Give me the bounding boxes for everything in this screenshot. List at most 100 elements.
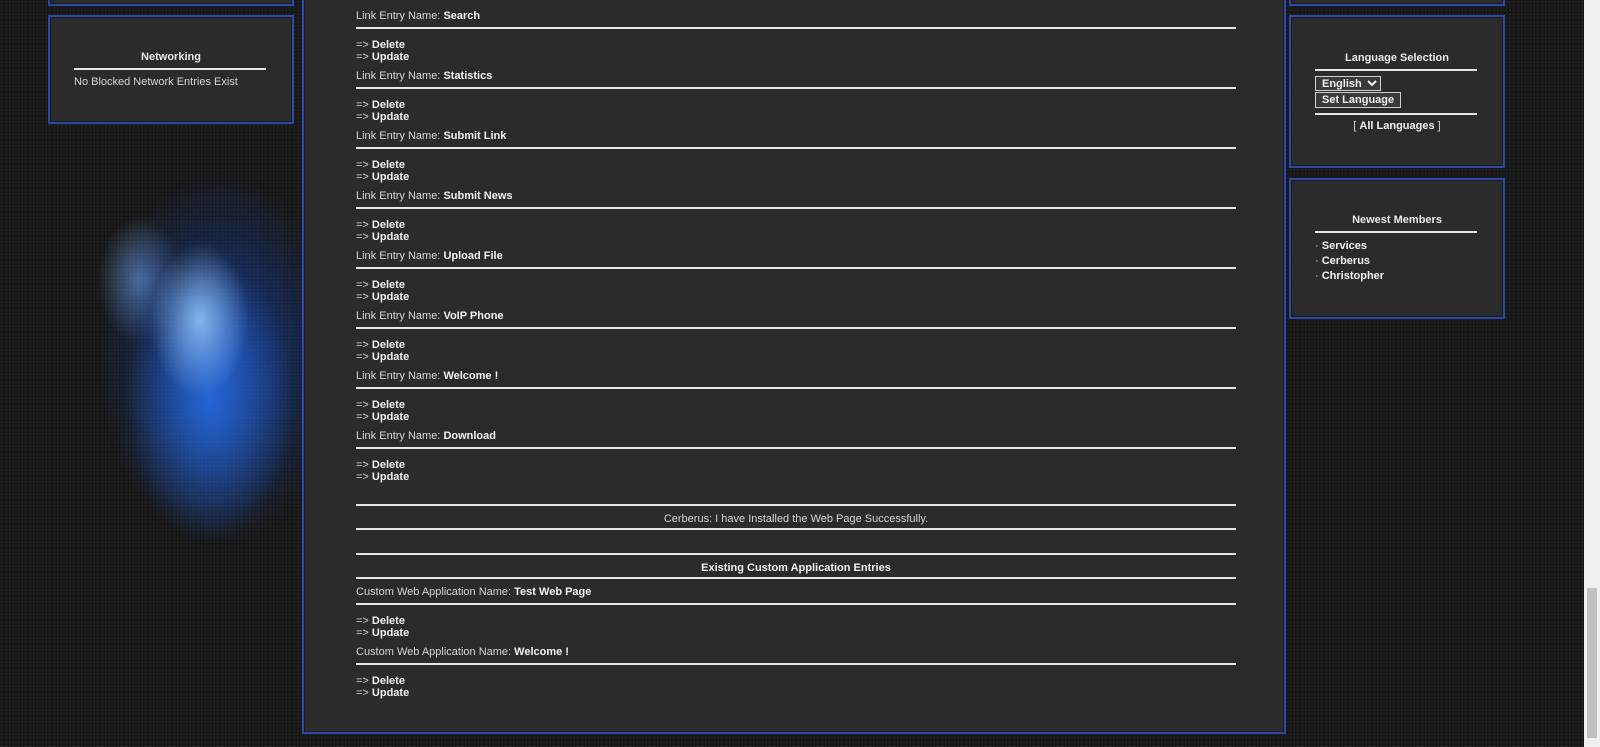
members-divider: [1315, 231, 1477, 233]
link-entry-name-row: Link Entry Name: Submit Link: [356, 130, 506, 142]
update-link[interactable]: Update: [372, 231, 409, 243]
link-entry-delete-row: => Delete: [356, 159, 405, 171]
update-link[interactable]: Update: [372, 687, 409, 699]
set-language-button[interactable]: Set Language: [1315, 92, 1402, 108]
custom-entry-delete-row: => Delete: [356, 615, 405, 627]
update-link[interactable]: Update: [372, 411, 409, 423]
arrow-text: =>: [356, 219, 369, 231]
custom-entry-divider: [356, 663, 1236, 665]
members-title: Newest Members: [1352, 214, 1442, 226]
member-item: · Cerberus: [1315, 255, 1384, 270]
link-entry-name-row: Link Entry Name: Download: [356, 430, 496, 442]
update-link[interactable]: Update: [372, 51, 409, 63]
page-scrollbar[interactable]: [1584, 0, 1600, 747]
bracket-open: [: [1353, 120, 1357, 132]
member-link-christopher[interactable]: Christopher: [1322, 270, 1384, 282]
link-entry-delete-row: => Delete: [356, 279, 405, 291]
delete-link[interactable]: Delete: [372, 339, 405, 351]
custom-divider-bottom: [356, 577, 1236, 579]
arrow-text: =>: [356, 411, 369, 423]
member-bullet: ·: [1315, 240, 1319, 252]
custom-entry-delete-row: => Delete: [356, 675, 405, 687]
link-entry-delete-row: => Delete: [356, 399, 405, 411]
link-entry-divider: [356, 207, 1236, 209]
status-divider-top: [356, 504, 1236, 506]
delete-link[interactable]: Delete: [372, 39, 405, 51]
delete-link[interactable]: Delete: [372, 459, 405, 471]
link-entry-delete-row: => Delete: [356, 99, 405, 111]
link-entry-name-row: Link Entry Name: Upload File: [356, 250, 503, 262]
custom-entry-name: Test Web Page: [514, 586, 592, 598]
networking-title: Networking: [141, 51, 201, 63]
update-link[interactable]: Update: [372, 351, 409, 363]
update-link[interactable]: Update: [372, 627, 409, 639]
delete-link[interactable]: Delete: [372, 99, 405, 111]
arrow-text: =>: [356, 351, 369, 363]
member-link-cerberus[interactable]: Cerberus: [1322, 255, 1370, 267]
custom-entry-update-row: => Update: [356, 627, 409, 639]
custom-entry-label: Custom Web Application Name:: [356, 646, 512, 658]
link-entry-label: Link Entry Name:: [356, 430, 441, 442]
language-divider-bottom: [1315, 113, 1477, 115]
link-entry-name-row: Link Entry Name: Welcome !: [356, 370, 498, 382]
link-entry-label: Link Entry Name:: [356, 10, 441, 22]
link-entry-update-row: => Update: [356, 51, 409, 63]
scrollbar-thumb[interactable]: [1587, 588, 1597, 738]
arrow-text: =>: [356, 231, 369, 243]
delete-link[interactable]: Delete: [372, 399, 405, 411]
link-entry-divider: [356, 447, 1236, 449]
member-link-services[interactable]: Services: [1322, 240, 1367, 252]
link-entry-divider: [356, 327, 1236, 329]
arrow-text: =>: [356, 615, 369, 627]
networking-empty-text: No Blocked Network Entries Exist: [74, 76, 238, 88]
custom-entry-divider: [356, 603, 1236, 605]
link-entry-update-row: => Update: [356, 351, 409, 363]
link-entry-name: Submit News: [443, 190, 513, 202]
status-message: Cerberus: I have Installed the Web Page …: [663, 513, 929, 525]
custom-entries-heading: Existing Custom Application Entries: [701, 562, 891, 574]
link-entry-update-row: => Update: [356, 231, 409, 243]
delete-link[interactable]: Delete: [372, 675, 405, 687]
link-entry-name: Download: [443, 430, 496, 442]
arrow-text: =>: [356, 171, 369, 183]
language-select[interactable]: English: [1315, 76, 1381, 91]
status-divider-bottom: [356, 528, 1236, 530]
right-top-panel-edge: [1289, 0, 1505, 6]
arrow-text: =>: [356, 291, 369, 303]
update-link[interactable]: Update: [372, 111, 409, 123]
custom-entry-name-row: Custom Web Application Name: Welcome !: [356, 646, 569, 658]
language-divider-top: [1315, 69, 1477, 71]
arrow-text: =>: [356, 627, 369, 639]
arrow-text: =>: [356, 471, 369, 483]
link-entry-label: Link Entry Name:: [356, 130, 441, 142]
link-entry-name: Search: [443, 10, 481, 22]
arrow-text: =>: [356, 399, 369, 411]
link-entry-name-row: Link Entry Name: Statistics: [356, 70, 492, 82]
update-link[interactable]: Update: [372, 291, 409, 303]
delete-link[interactable]: Delete: [372, 279, 405, 291]
link-entry-delete-row: => Delete: [356, 459, 405, 471]
arrow-text: =>: [356, 51, 369, 63]
link-entry-divider: [356, 27, 1236, 29]
arrow-text: =>: [356, 687, 369, 699]
language-title: Language Selection: [1345, 52, 1449, 64]
link-entry-divider: [356, 387, 1236, 389]
arrow-text: =>: [356, 39, 369, 51]
delete-link[interactable]: Delete: [372, 615, 405, 627]
link-entry-label: Link Entry Name:: [356, 250, 441, 262]
update-link[interactable]: Update: [372, 171, 409, 183]
members-list: · Services · Cerberus · Christopher: [1315, 240, 1384, 285]
arrow-text: =>: [356, 675, 369, 687]
arrow-text: =>: [356, 111, 369, 123]
link-entry-label: Link Entry Name:: [356, 70, 441, 82]
all-languages-link[interactable]: All Languages: [1359, 120, 1434, 132]
update-link[interactable]: Update: [372, 471, 409, 483]
background-art: [20, 100, 320, 590]
link-entry-label: Link Entry Name:: [356, 310, 441, 322]
delete-link[interactable]: Delete: [372, 219, 405, 231]
delete-link[interactable]: Delete: [372, 159, 405, 171]
link-entry-update-row: => Update: [356, 111, 409, 123]
link-entry-name: Upload File: [443, 250, 503, 262]
link-entry-delete-row: => Delete: [356, 339, 405, 351]
main-content-panel: Link Entry Name: Search => Delete => Updat…: [302, 0, 1286, 734]
